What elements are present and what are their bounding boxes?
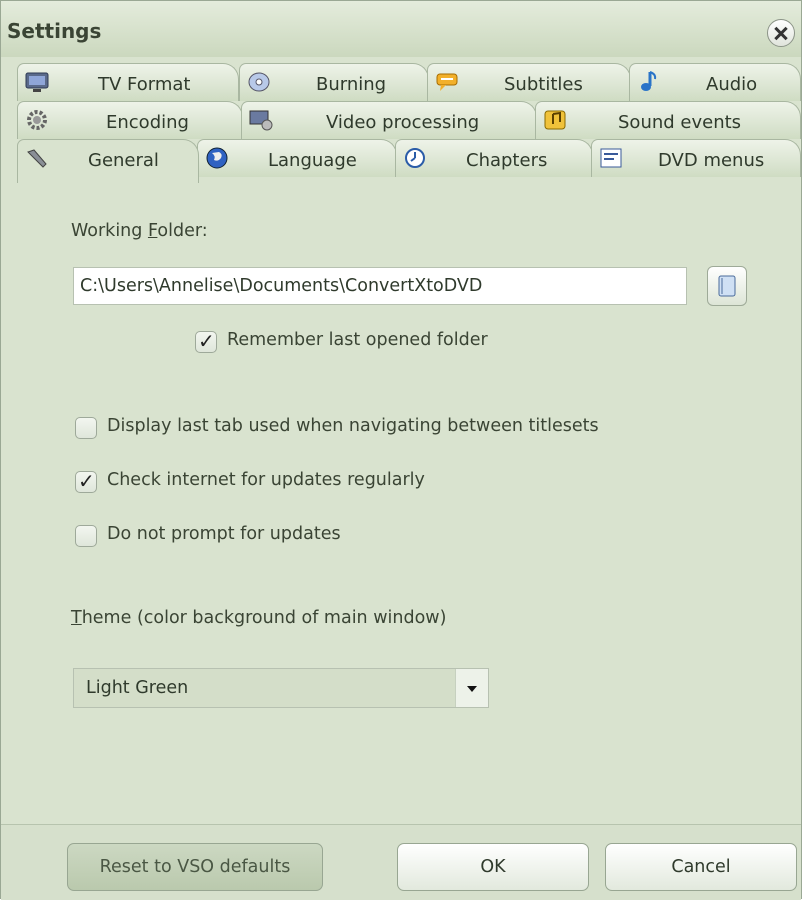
tab-label: TV Format	[98, 74, 191, 95]
label-part: older:	[157, 221, 208, 241]
tv-icon	[25, 72, 49, 92]
tab-subtitles[interactable]: Subtitles	[427, 63, 631, 101]
tab-label: Language	[268, 150, 357, 171]
tab-label: Subtitles	[504, 74, 583, 95]
cancel-button[interactable]: Cancel	[605, 843, 797, 891]
label-hotkey: F	[147, 221, 158, 241]
tab-encoding[interactable]: Encoding	[17, 101, 243, 139]
window-title: Settings	[7, 19, 102, 43]
tab-label: Chapters	[466, 150, 548, 171]
tab-row-2: Encoding Video processing Sound events	[1, 101, 802, 139]
tab-dvd-menus[interactable]: DVD menus	[591, 139, 801, 177]
tab-label: Burning	[316, 74, 387, 95]
title-bar: Settings	[1, 1, 801, 57]
tab-tv-format[interactable]: TV Format	[17, 63, 239, 101]
gear-icon	[27, 110, 47, 130]
tab-label: Sound events	[618, 112, 742, 133]
display-last-tab-label: Display last tab used when navigating be…	[107, 416, 599, 436]
ok-button[interactable]: OK	[397, 843, 589, 891]
tab-label: DVD menus	[658, 150, 765, 171]
reset-defaults-button[interactable]: Reset to VSO defaults	[67, 843, 323, 891]
tab-label: Audio	[706, 74, 758, 95]
sound-events-icon	[544, 110, 566, 130]
label-part: Working	[71, 221, 148, 241]
tab-sound-events[interactable]: Sound events	[535, 101, 801, 139]
folder-icon	[718, 275, 736, 297]
tab-label: Encoding	[106, 112, 189, 133]
check-mark-icon: ✓	[198, 329, 215, 353]
tab-video-processing[interactable]: Video processing	[241, 101, 537, 139]
browse-folder-button[interactable]	[707, 266, 747, 306]
tab-language[interactable]: Language	[197, 139, 397, 177]
tab-label: Video processing	[326, 112, 480, 133]
display-last-tab-checkbox[interactable]	[75, 417, 97, 439]
remember-folder-label: Remember last opened folder	[227, 330, 488, 350]
tab-row-3: General Language Chapters DVD menus	[1, 139, 802, 183]
check-updates-checkbox[interactable]: ✓	[75, 469, 97, 493]
check-updates-label: Check internet for updates regularly	[107, 470, 425, 490]
music-note-icon	[641, 71, 657, 91]
tab-general[interactable]: General	[17, 139, 199, 183]
label-part: heme (color background of main window)	[81, 608, 447, 628]
label-hotkey: T	[71, 608, 82, 628]
disc-icon	[248, 72, 270, 92]
tab-chapters[interactable]: Chapters	[395, 139, 593, 177]
theme-selected-value: Light Green	[86, 678, 189, 698]
menu-icon	[600, 148, 622, 168]
remember-folder-checkbox[interactable]: ✓	[195, 329, 217, 353]
no-prompt-updates-checkbox[interactable]	[75, 525, 97, 547]
settings-window: Settings TV Format Burning Subtitles Aud…	[0, 0, 802, 900]
tab-label: General	[88, 150, 159, 171]
theme-select[interactable]: Light Green	[73, 668, 489, 708]
check-mark-icon: ✓	[78, 469, 95, 493]
chevron-down-icon[interactable]	[455, 669, 488, 707]
clock-icon	[405, 148, 425, 168]
working-folder-input[interactable]: C:\Users\Annelise\Documents\ConvertXtoDV…	[73, 267, 687, 305]
theme-label: Theme (color background of main window)	[71, 608, 446, 628]
tab-audio[interactable]: Audio	[629, 63, 801, 101]
video-processing-icon	[249, 110, 273, 131]
globe-icon	[206, 147, 228, 169]
wrench-icon	[27, 149, 47, 168]
tab-burning[interactable]: Burning	[239, 63, 429, 101]
close-button[interactable]	[767, 19, 795, 47]
subtitles-icon	[436, 73, 458, 91]
tab-row-1: TV Format Burning Subtitles Audio	[1, 63, 802, 101]
no-prompt-updates-label: Do not prompt for updates	[107, 524, 341, 544]
working-folder-value: C:\Users\Annelise\Documents\ConvertXtoDV…	[80, 276, 483, 296]
working-folder-label: Working Folder:	[71, 221, 208, 241]
